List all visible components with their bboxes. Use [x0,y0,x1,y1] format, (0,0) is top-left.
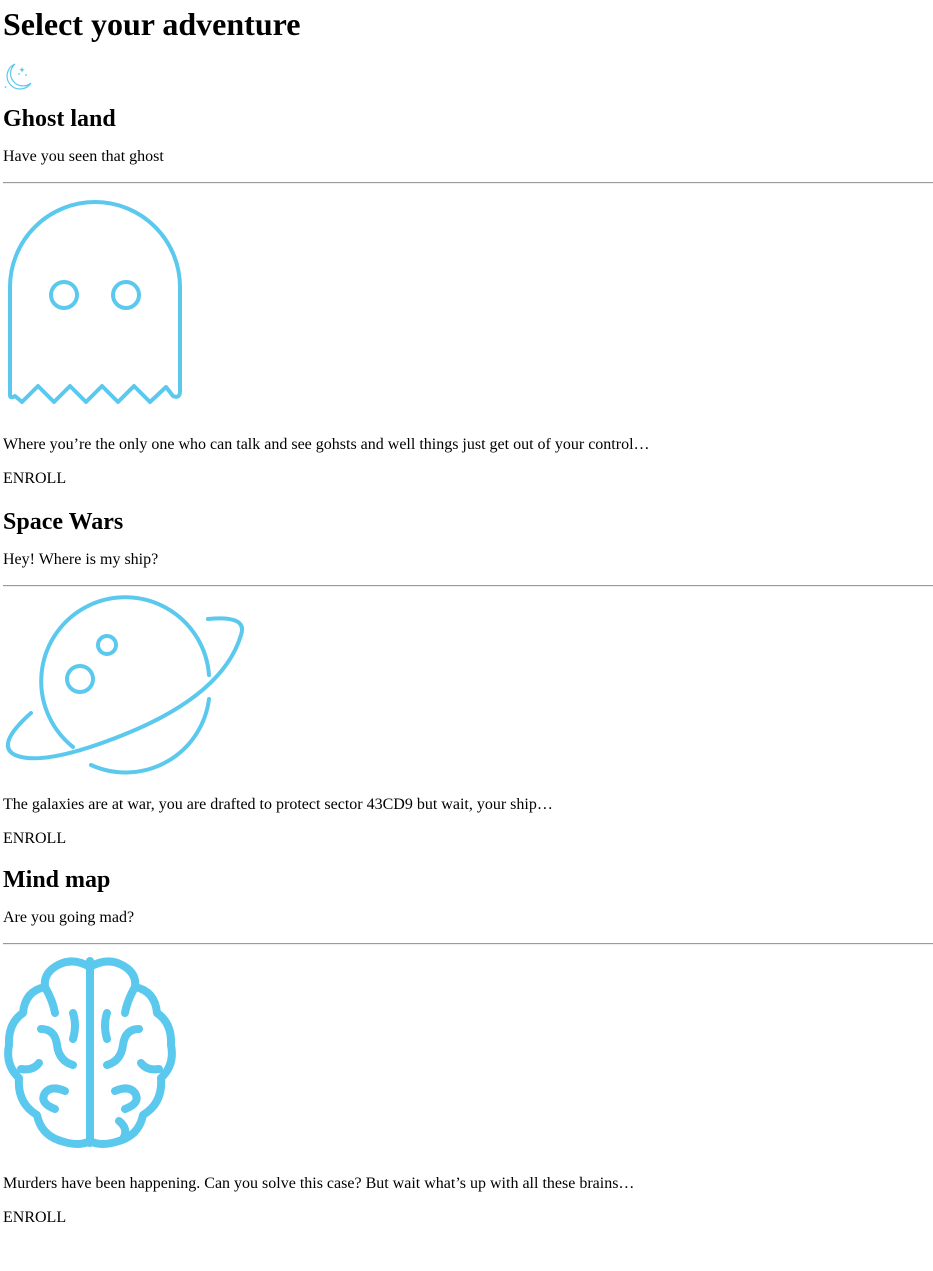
enroll-button[interactable]: ENROLL [3,470,933,488]
adventure-title: Ghost land [3,106,116,132]
enroll-button[interactable]: ENROLL [3,1209,933,1227]
adventure-tagline: Hey! Where is my ship? [3,551,159,568]
brain-icon [3,953,933,1155]
divider [3,182,933,184]
moon-stars-icon [3,63,33,95]
header-icon-wrap [3,61,933,91]
adventure-card-ghost-land: Ghost land Have you seen that ghost Wher… [3,105,933,488]
adventure-title: Space Wars [3,509,124,535]
adventure-tagline: Are you going mad? [3,909,135,926]
adventure-card-mind-map: Mind map Are you going mad? Murders have… [3,866,933,1227]
ghost-icon [3,193,933,411]
adventure-description: Where you’re the only one who can talk a… [3,436,650,453]
page: Select your adventure Ghost land Have yo… [0,0,933,1227]
divider [3,943,933,945]
adventure-card-space-wars: Space Wars Hey! Where is my ship? The ga… [3,508,933,848]
page-title: Select your adventure [3,6,301,42]
enroll-button[interactable]: ENROLL [3,830,933,848]
planet-icon [3,595,933,777]
adventure-tagline: Have you seen that ghost [3,148,164,165]
divider [3,585,933,587]
adventure-description: The galaxies are at war, you are drafted… [3,796,553,813]
adventure-title: Mind map [3,867,111,893]
adventure-description: Murders have been happening. Can you sol… [3,1175,635,1192]
